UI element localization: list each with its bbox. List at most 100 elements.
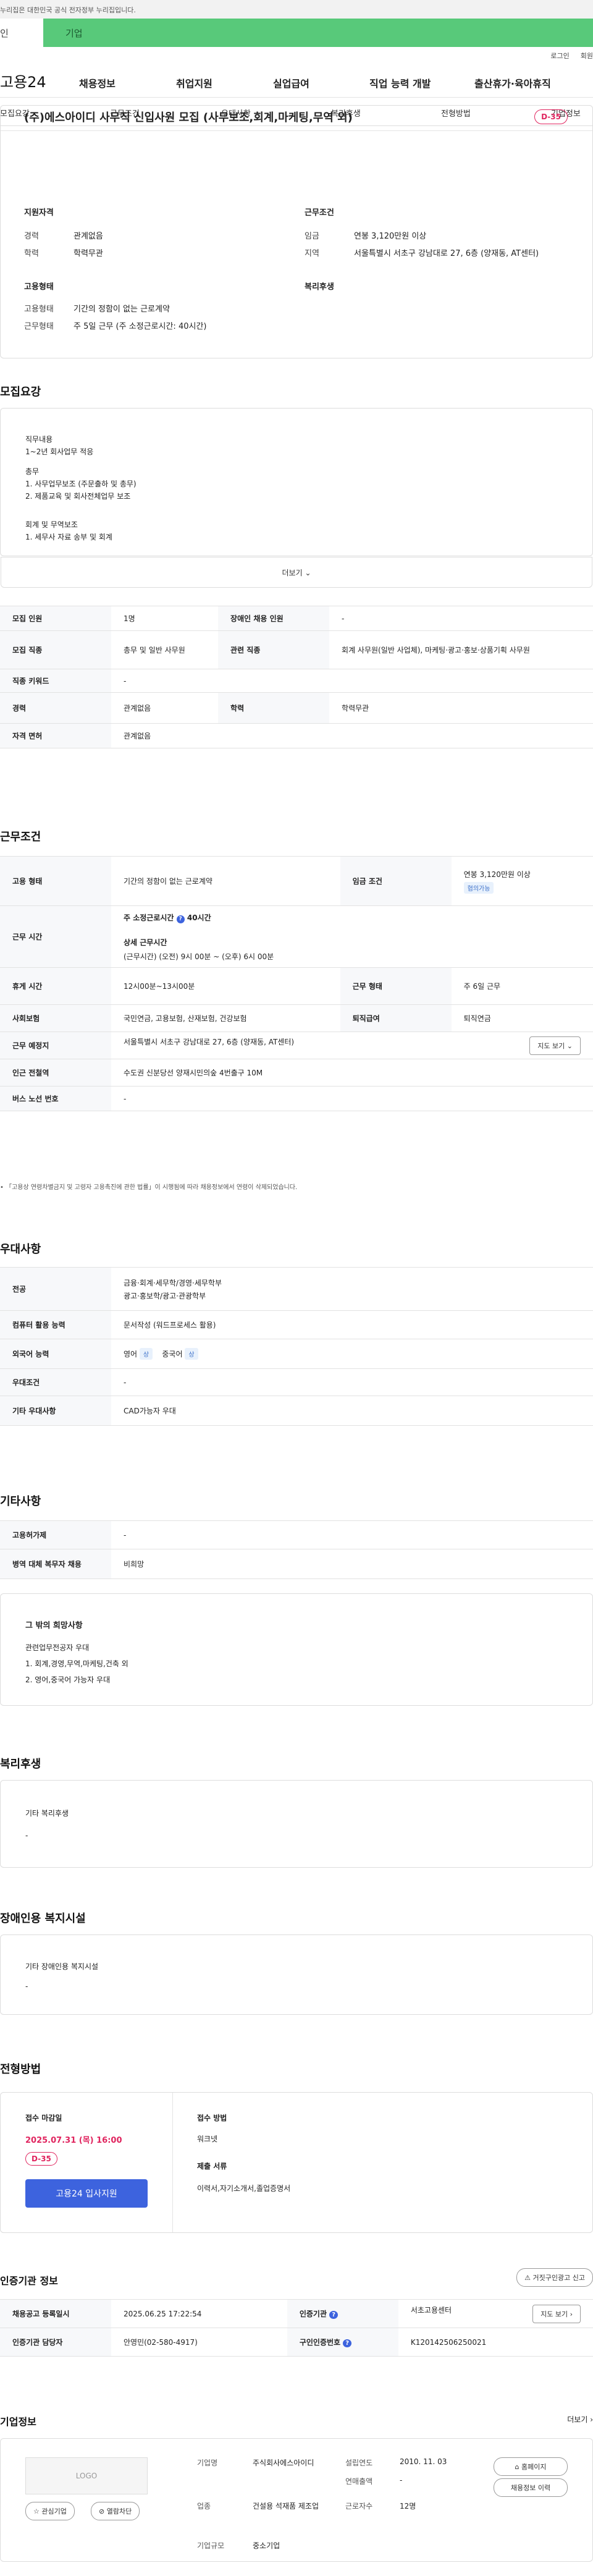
dday-badge: D-35 <box>534 109 568 124</box>
tab-personal[interactable]: 인 <box>0 19 43 47</box>
gnb-unemployment-benefit[interactable]: 실업급여 <box>273 75 309 90</box>
other-table: 고용허가제 - 병역 대체 복무자 채용 비희망 <box>0 1520 593 1579</box>
homepage-button[interactable]: ⌂ 홈페이지 <box>494 2457 568 2476</box>
time-label: 근무 시간 <box>0 905 111 968</box>
selection-box: 접수 마감일 2025.07.31 (목) 16:00 D-35 고용24 입사… <box>0 2092 593 2233</box>
divider <box>172 2093 173 2232</box>
join-link[interactable]: 회원 <box>581 51 593 61</box>
level-chip: 상 <box>185 1348 198 1360</box>
map-button[interactable]: 지도 보기 › <box>532 2304 581 2323</box>
content-line: 1~2년 회사업무 적응 <box>25 447 94 456</box>
org-value: 서초고용센터 <box>410 2305 452 2315</box>
other-etc-box: 그 밖의 희망사항 관련업무전공자 우대 1. 회계,경영,무역,마케팅,건축 … <box>0 1593 593 1706</box>
qual-heading: 지원자격 <box>24 208 54 218</box>
recruit-content-box: 직무내용 1~2년 회사업무 적응 총무 1. 사무업무보조 (주문출하 및 총… <box>0 408 593 588</box>
siren-icon: ⚠ <box>524 2274 531 2282</box>
etc-value: CAD가능자 우대 <box>111 1396 593 1426</box>
cell-value: 1명 <box>111 606 219 631</box>
tab-business[interactable]: 기업 <box>43 19 593 47</box>
sales-value: - <box>400 2476 403 2485</box>
cert-heading: 인증기관 정보 <box>0 2275 58 2287</box>
jobs-history-button[interactable]: 채용정보 이력 <box>494 2478 568 2497</box>
exp-label: 경력 <box>24 232 39 241</box>
home-icon: ⌂ <box>515 2463 519 2471</box>
welfare-heading: 복리후생 <box>305 282 334 292</box>
mgr-value: 안영민(02-580-4917) <box>111 2328 287 2357</box>
sales-label: 연매출액 <box>345 2477 373 2486</box>
content-line: 2. 제품교육 및 회사전체업무 보조 <box>25 492 131 501</box>
chevron-down-icon: ⌄ <box>305 569 311 577</box>
gnb-jobs[interactable]: 채용정보 <box>79 75 116 90</box>
major-cell: 금융·회계·세무학/경영·세무학부 광고·홍보학/광고·관광학부 <box>111 1267 593 1311</box>
cell-label: 모집 직종 <box>0 630 111 669</box>
etc-label: 기타 우대사항 <box>0 1396 111 1426</box>
lang-label: 외국어 능력 <box>0 1339 111 1369</box>
info-icon[interactable]: ? <box>343 2339 352 2347</box>
ret-value: 퇴직연금 <box>451 1004 593 1032</box>
place-cell: 서울특별시 서초구 강남대로 27, 6층 (양재동, AT센터) 지도 보기 ⌄ <box>111 1032 593 1059</box>
etc-content: 관련업무전공자 우대 1. 회계,경영,무역,마케팅,건축 외 2. 영어,중국… <box>25 1640 128 1688</box>
workcond-table: 고용 형태 기간의 정함이 없는 근로계약 임금 조건 연봉 3,120만원 이상 협의… <box>0 856 593 1111</box>
deadline-value: 2025.07.31 (목) 16:00 <box>25 2136 122 2145</box>
lang-cell: 영어 상 중국어 상 <box>111 1339 593 1369</box>
cell-value: - <box>329 606 593 631</box>
company-heading: 기업정보 <box>0 2416 36 2428</box>
lang-value: 중국어 <box>162 1350 183 1358</box>
bus-value: - <box>111 1086 593 1111</box>
hours-label: 주 소정근로시간 <box>124 913 174 922</box>
emptype-label: 고용형태 <box>24 305 54 314</box>
cell-label: 학력 <box>218 692 330 724</box>
cell-value: 학력무관 <box>329 692 593 724</box>
chevron-right-icon: › <box>590 2415 593 2424</box>
cell-label: 자격 면허 <box>0 723 111 748</box>
cell-label: 장애인 채용 인원 <box>218 606 330 631</box>
comp-value: 문서작성 (워드프로세스 활용) <box>111 1310 593 1339</box>
report-button[interactable]: ⚠ 거짓구인광고 신고 <box>516 2268 593 2287</box>
info-icon[interactable]: ? <box>329 2311 338 2319</box>
block-button[interactable]: ⊘ 열람차단 <box>91 2502 140 2520</box>
content-line: 관련업무전공자 우대 <box>25 1643 90 1652</box>
emp-value: 기간의 정함이 없는 근로계약 <box>111 856 340 906</box>
welfare-sub: 기타 복리후생 <box>25 1809 69 1818</box>
no-label: 구인인증번호 ? <box>287 2328 398 2357</box>
name-value: 주식회사에스아이디 <box>253 2459 314 2467</box>
block-icon: ⊘ <box>99 2507 105 2515</box>
welfare-heading: 복리후생 <box>0 1758 41 1771</box>
place-label: 근무 예정지 <box>0 1032 111 1059</box>
etc-heading: 그 밖의 희망사항 <box>25 1621 83 1630</box>
comp-label: 컴퓨터 활용 능력 <box>0 1310 111 1339</box>
login-link[interactable]: 로그인 <box>550 51 569 61</box>
content-line: 1. 세무사 자료 송부 및 회계 <box>25 533 112 541</box>
wage-cell: 연봉 3,120만원 이상 협의가능 <box>451 856 593 906</box>
gnb-employment-support[interactable]: 취업지원 <box>176 75 212 90</box>
emp-label: 근로자수 <box>345 2502 373 2510</box>
map-button[interactable]: 지도 보기 ⌄ <box>529 1036 581 1055</box>
content-line: 1. 회계,경영,무역,마케팅,건축 외 <box>25 1659 128 1668</box>
name-label: 기업명 <box>197 2459 218 2467</box>
company-more-link[interactable]: 더보기 › <box>567 2414 593 2425</box>
content-line: 2. 영어,중국어 가능자 우대 <box>25 1676 111 1684</box>
time-cell: 주 소정근로시간 ? 40시간 상세 근무시간 (근무시간) (오전) 9시 0… <box>111 905 593 968</box>
ins-label: 사회보험 <box>0 1004 111 1032</box>
gnb-vocational-training[interactable]: 직업 능력 개발 <box>369 75 431 90</box>
workcond-heading: 근무조건 <box>0 831 41 844</box>
cell-label: 경력 <box>0 692 111 724</box>
pref-heading: 우대사항 <box>0 1243 41 1256</box>
favorite-button[interactable]: ☆ 관심기업 <box>25 2502 75 2520</box>
reg-label: 채용공고 등록일시 <box>0 2299 111 2328</box>
subway-label: 인근 전철역 <box>0 1059 111 1087</box>
dday-badge: D-35 <box>25 2152 57 2166</box>
edu-label: 학력 <box>24 249 39 258</box>
apply-button[interactable]: 고용24 입사지원 <box>25 2179 148 2208</box>
docs-label: 제출 서류 <box>197 2162 227 2171</box>
cell-value: 총무 및 일반 사무원 <box>111 630 219 669</box>
cell-value: - <box>111 669 593 693</box>
welfare-box: 기타 복리후생 - <box>0 1780 593 1868</box>
info-icon[interactable]: ? <box>176 915 185 923</box>
more-button[interactable]: 더보기 ⌄ <box>1 557 592 588</box>
permit-label: 고용허가제 <box>0 1520 111 1549</box>
detail-label: 상세 근무시간 <box>124 938 167 947</box>
reg-value: 2025.06.25 17:22:54 <box>111 2299 287 2328</box>
logo[interactable]: 고용24 <box>0 70 68 91</box>
gnb-parental-leave[interactable]: 출산휴가·육아휴직 <box>474 75 551 90</box>
